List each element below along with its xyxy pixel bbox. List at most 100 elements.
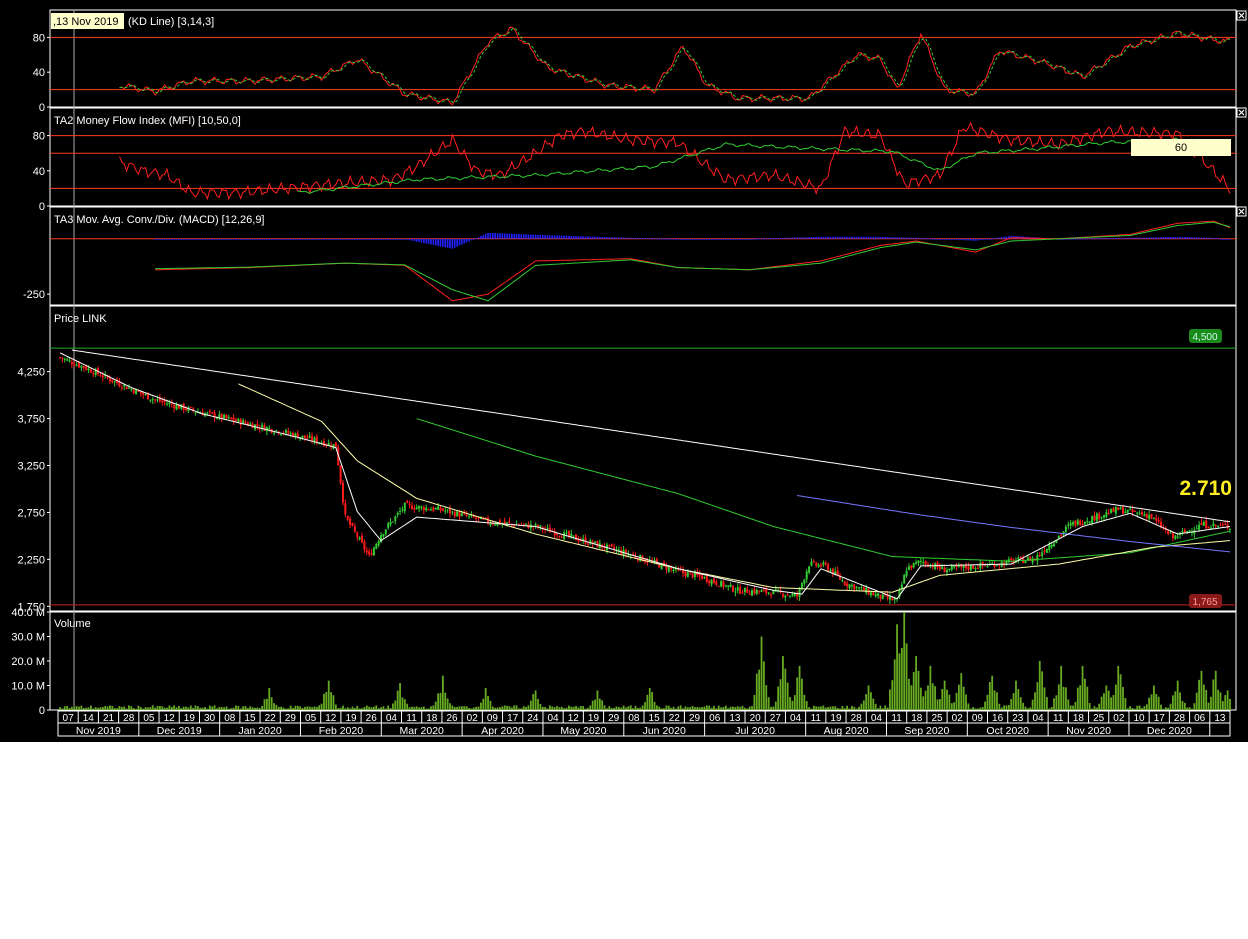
- candle-body: [934, 563, 937, 570]
- macd-histogram-bar: [275, 238, 278, 240]
- volume-bar: [984, 701, 986, 710]
- macd-histogram-bar: [608, 237, 611, 239]
- candle-body: [565, 532, 568, 534]
- volume-bar: [789, 697, 791, 710]
- x-axis-day-label: 29: [608, 713, 620, 724]
- volume-bar: [382, 706, 385, 710]
- volume-bar: [541, 706, 544, 710]
- volume-bar: [1167, 707, 1170, 710]
- candle-body: [232, 417, 235, 422]
- x-axis-day-label: 18: [426, 713, 438, 724]
- volume-bar: [392, 703, 394, 710]
- candle-body: [432, 507, 435, 511]
- volume-bar: [425, 708, 428, 710]
- volume-bar: [529, 700, 532, 710]
- macd-histogram-bar: [213, 238, 216, 240]
- candle-body: [822, 562, 825, 565]
- macd-histogram-bar: [725, 238, 727, 240]
- volume-bar: [653, 701, 656, 710]
- candle-body: [149, 399, 152, 401]
- x-axis-month-label: Jan 2020: [238, 725, 281, 737]
- macd-histogram-bar: [1214, 238, 1217, 240]
- volume-bar: [363, 707, 366, 710]
- candle-body: [786, 594, 789, 596]
- candle-body: [810, 561, 813, 566]
- candle-body: [489, 523, 492, 525]
- macd-histogram-bar: [173, 238, 175, 240]
- macd-histogram-bar: [996, 237, 998, 239]
- candle-body: [715, 581, 718, 585]
- volume-bar: [313, 706, 316, 710]
- macd-histogram-bar: [480, 235, 482, 239]
- close-mfi-panel-button[interactable]: [1236, 107, 1247, 118]
- x-axis-day-label: 15: [244, 713, 256, 724]
- macd-title: TA3 Mov. Avg. Conv./Div. (MACD) [12,26,9…: [54, 214, 265, 226]
- macd-histogram-bar: [187, 238, 190, 240]
- volume-bar: [1169, 703, 1172, 710]
- macd-histogram-bar: [993, 238, 996, 240]
- candle-body: [289, 433, 292, 435]
- x-axis-day-label: 09: [972, 713, 984, 724]
- macd-histogram-bar: [1000, 237, 1003, 239]
- volume-bar: [879, 705, 882, 710]
- candle-body: [370, 553, 373, 556]
- volume-bar: [232, 707, 235, 710]
- volume-bar: [1005, 705, 1008, 710]
- candle-body: [441, 508, 444, 511]
- x-axis-day-label: 06: [709, 713, 721, 724]
- volume-bar: [915, 656, 917, 710]
- volume-bar: [601, 700, 604, 710]
- macd-histogram-bar: [810, 237, 813, 239]
- candle-body: [135, 389, 138, 395]
- candle-body: [87, 368, 90, 371]
- candle-body: [572, 535, 575, 537]
- candle-body: [1083, 521, 1086, 525]
- volume-bar: [713, 705, 715, 710]
- volume-bar: [1007, 705, 1010, 710]
- macd-histogram-bar: [1181, 236, 1184, 239]
- volume-bar: [922, 696, 925, 710]
- volume-bar: [413, 706, 416, 710]
- volume-bar: [758, 669, 761, 710]
- macd-histogram-bar: [893, 237, 896, 239]
- candle-body: [767, 592, 770, 594]
- candle-body: [303, 435, 306, 439]
- volume-bar: [111, 705, 114, 710]
- x-axis-day-label: 04: [790, 713, 802, 724]
- volume-bar: [646, 694, 649, 710]
- candle-body: [1224, 523, 1227, 525]
- close-macd-panel-button[interactable]: [1236, 206, 1247, 217]
- volume-bar: [168, 705, 171, 710]
- volume-bar: [246, 707, 249, 710]
- volume-bar: [415, 706, 418, 710]
- volume-bar: [568, 705, 570, 710]
- volume-bar: [494, 707, 497, 710]
- volume-bar: [125, 708, 128, 710]
- macd-histogram-bar: [977, 238, 979, 241]
- close-price-panel-button[interactable]: [1236, 10, 1247, 21]
- macd-histogram-bar: [625, 237, 627, 239]
- macd-histogram-bar: [622, 237, 625, 239]
- macd-histogram-bar: [920, 238, 922, 240]
- macd-histogram-bar: [320, 238, 323, 240]
- candle-body: [137, 390, 140, 392]
- volume-bar: [753, 694, 756, 710]
- volume-bar: [1145, 704, 1148, 710]
- macd-histogram-bar: [741, 238, 744, 240]
- volume-bar: [584, 708, 587, 710]
- volume-bar: [353, 707, 356, 710]
- macd-histogram-bar: [941, 238, 944, 240]
- candle-body: [268, 428, 271, 430]
- macd-histogram-bar: [698, 238, 701, 240]
- macd-histogram-bar: [289, 238, 292, 240]
- macd-histogram-bar: [508, 233, 511, 239]
- macd-histogram-bar: [610, 237, 613, 239]
- volume-bar: [777, 686, 780, 710]
- macd-histogram-bar: [763, 238, 765, 240]
- candle-body: [525, 523, 528, 525]
- volume-bar: [66, 705, 69, 710]
- stock-chart[interactable]: 80 40 0 80 40 0 -250 4,250 3,750 3,250 2,750 2,2…: [0, 0, 1248, 742]
- kd-title: (KD Line) [3,14,3]: [128, 16, 214, 28]
- volume-bar: [979, 707, 982, 710]
- candle-body: [879, 594, 882, 599]
